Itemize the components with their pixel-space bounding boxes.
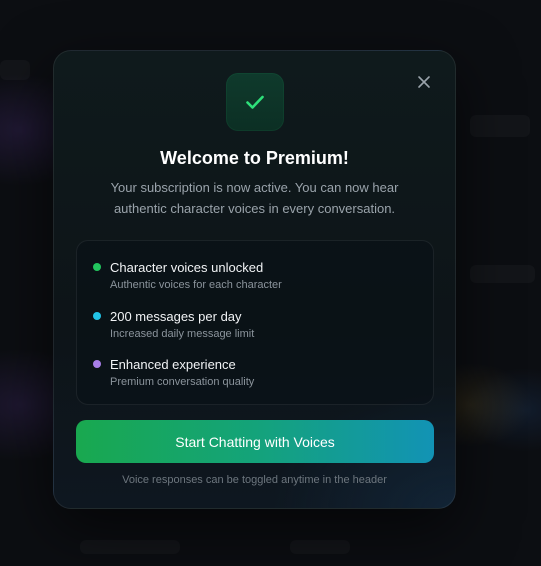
- footnote-text: Voice responses can be toggled anytime i…: [122, 474, 387, 486]
- feature-title: Character voices unlocked: [110, 260, 264, 275]
- background-text: [80, 540, 180, 554]
- feature-description: Increased daily message limit: [110, 328, 255, 340]
- background-panel: [470, 265, 535, 283]
- feature-title: Enhanced experience: [110, 357, 236, 372]
- close-button[interactable]: [415, 73, 433, 91]
- close-icon: [418, 76, 430, 88]
- background-text: [290, 540, 350, 554]
- feature-description: Premium conversation quality: [110, 376, 255, 388]
- status-dot: [93, 263, 101, 271]
- modal-subtitle: Your subscription is now active. You can…: [110, 180, 399, 216]
- checkmark-icon: [246, 95, 264, 109]
- success-badge: [226, 73, 284, 131]
- status-dot: [93, 360, 101, 368]
- status-dot: [93, 312, 101, 320]
- background-nav-item: [0, 60, 30, 80]
- modal-title: Welcome to Premium!: [160, 148, 349, 168]
- premium-welcome-modal: Welcome to Premium! Your subscription is…: [53, 50, 456, 509]
- features-list: Character voices unlocked Authentic voic…: [76, 240, 434, 405]
- feature-description: Authentic voices for each character: [110, 279, 282, 291]
- background-panel: [470, 115, 530, 137]
- feature-title: 200 messages per day: [110, 309, 242, 324]
- start-chatting-button[interactable]: Start Chatting with Voices: [76, 420, 434, 463]
